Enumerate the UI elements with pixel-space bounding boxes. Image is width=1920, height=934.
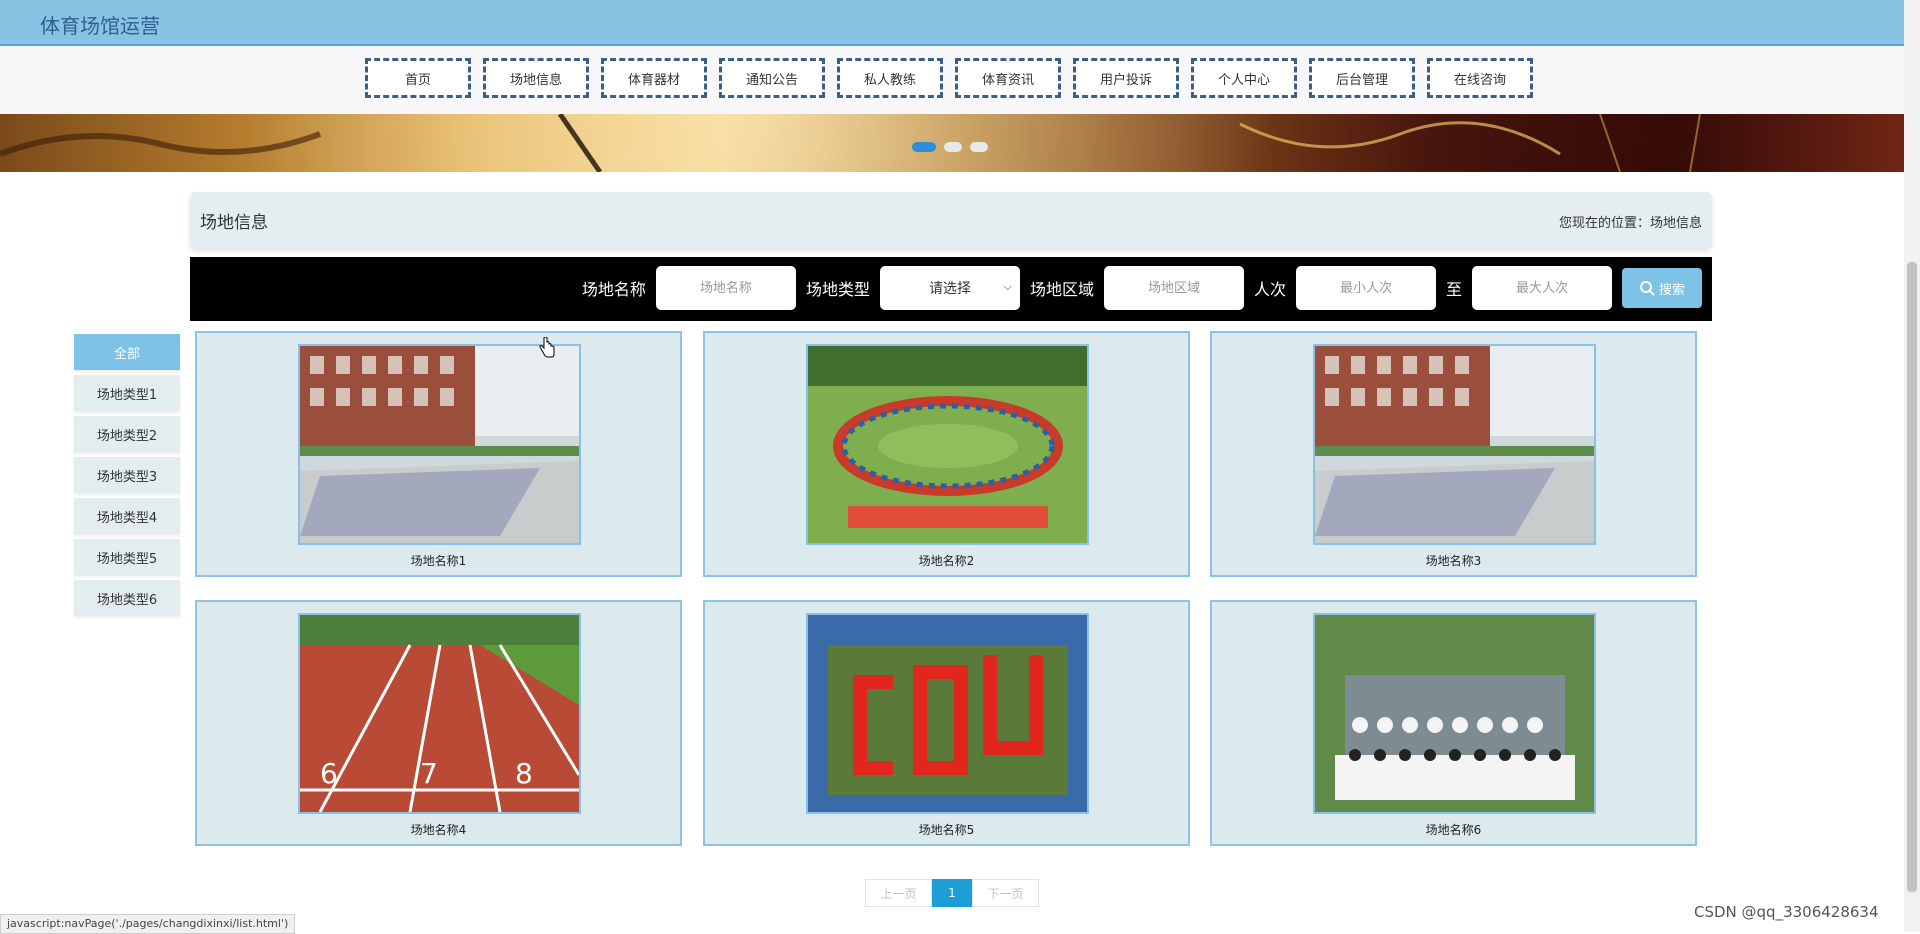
venue-name[interactable]: 场地名称6 <box>1212 821 1695 838</box>
svg-text:7: 7 <box>420 757 438 790</box>
venue-image[interactable] <box>298 344 581 545</box>
carousel-dot-1[interactable] <box>912 142 936 152</box>
nav-item-profile[interactable]: 个人中心 <box>1191 58 1297 98</box>
watermark: CSDN @qq_3306428634 <box>1694 903 1879 921</box>
aerial-field-letters-image <box>808 615 1087 812</box>
category-type-4[interactable]: 场地类型4 <box>74 498 180 534</box>
nav-item-venue-info[interactable]: 场地信息 <box>483 58 589 98</box>
page-scrollbar[interactable] <box>1904 0 1920 932</box>
nav-item-consult[interactable]: 在线咨询 <box>1427 58 1533 98</box>
nav-item-notices[interactable]: 通知公告 <box>719 58 825 98</box>
venue-image[interactable] <box>1313 613 1596 814</box>
venue-image[interactable] <box>1313 344 1596 545</box>
chevron-down-icon: ⌵ <box>1003 280 1012 293</box>
venue-type-value: 请选择 <box>928 281 971 297</box>
carousel-dot-3[interactable] <box>970 142 988 152</box>
category-type-5[interactable]: 场地类型5 <box>74 539 180 575</box>
page-title: 场地信息 <box>200 213 268 233</box>
venue-name[interactable]: 场地名称4 <box>197 821 680 838</box>
prev-page-button[interactable]: 上一页 <box>865 879 932 907</box>
svg-text:6: 6 <box>320 757 338 790</box>
search-button[interactable]: 搜索 <box>1622 268 1702 308</box>
min-people-input[interactable] <box>1295 266 1436 310</box>
category-sidebar: 全部 场地类型1 场地类型2 场地类型3 场地类型4 场地类型5 场地类型6 <box>74 334 184 621</box>
search-button-label: 搜索 <box>1658 282 1685 298</box>
top-header: 体育场馆运营 <box>0 0 1904 46</box>
people-count-label: 人次 <box>1253 280 1286 299</box>
venue-card[interactable]: 场地名称6 <box>1210 600 1697 846</box>
carousel-dot-2[interactable] <box>944 142 962 152</box>
venue-card[interactable]: 6 7 8 场地名称4 <box>195 600 682 846</box>
category-type-2[interactable]: 场地类型2 <box>74 416 180 452</box>
venue-area-label: 场地区域 <box>1029 280 1094 299</box>
venue-name[interactable]: 场地名称3 <box>1212 552 1695 569</box>
venue-name[interactable]: 场地名称5 <box>705 821 1188 838</box>
category-type-1[interactable]: 场地类型1 <box>74 375 180 411</box>
venue-image[interactable] <box>806 613 1089 814</box>
venue-name[interactable]: 场地名称2 <box>705 552 1188 569</box>
nav-item-complaints[interactable]: 用户投诉 <box>1073 58 1179 98</box>
nav-list: 首页 场地信息 体育器材 通知公告 私人教练 体育资讯 用户投诉 个人中心 后台… <box>365 58 1533 98</box>
brick-building-court-image <box>1315 346 1594 543</box>
running-track-image: 6 7 8 <box>300 615 579 812</box>
venue-area-input[interactable] <box>1103 266 1244 310</box>
category-type-3[interactable]: 场地类型3 <box>74 457 180 493</box>
browser-status-url: javascript:navPage('./pages/changdixinxi… <box>0 914 296 934</box>
venue-image[interactable]: 6 7 8 <box>298 613 581 814</box>
banner-carousel[interactable] <box>0 114 1904 172</box>
nav-item-news[interactable]: 体育资讯 <box>955 58 1061 98</box>
venue-type-select[interactable]: 请选择 ⌵ <box>879 266 1020 310</box>
main-nav: 首页 场地信息 体育器材 通知公告 私人教练 体育资讯 用户投诉 个人中心 后台… <box>0 46 1904 114</box>
nav-item-admin[interactable]: 后台管理 <box>1309 58 1415 98</box>
site-title[interactable]: 体育场馆运营 <box>40 10 160 39</box>
pagination: 上一页 1 下一页 <box>865 879 1039 907</box>
page-1-button[interactable]: 1 <box>932 879 972 907</box>
nav-item-coach[interactable]: 私人教练 <box>837 58 943 98</box>
max-people-input[interactable] <box>1472 266 1612 310</box>
nav-item-equipment[interactable]: 体育器材 <box>601 58 707 98</box>
venue-type-label: 场地类型 <box>805 280 870 299</box>
category-type-6[interactable]: 场地类型6 <box>74 580 180 616</box>
venue-card[interactable]: 场地名称5 <box>703 600 1190 846</box>
venue-card[interactable]: 场地名称3 <box>1210 331 1697 577</box>
search-bar: 场地名称 场地类型 请选择 ⌵ 场地区域 人次 至 搜索 <box>190 257 1712 321</box>
category-all[interactable]: 全部 <box>74 334 180 370</box>
section-title-panel: 场地信息 您现在的位置：场地信息 <box>190 192 1712 248</box>
scrollbar-thumb[interactable] <box>1907 262 1917 892</box>
search-icon <box>1639 281 1655 296</box>
breadcrumb: 您现在的位置：场地信息 <box>1558 216 1702 231</box>
venue-name[interactable]: 场地名称1 <box>197 552 680 569</box>
venue-name-input[interactable] <box>655 266 796 310</box>
circle-of-people-image <box>808 346 1087 543</box>
range-to-label: 至 <box>1445 280 1462 299</box>
venue-card[interactable]: 场地名称2 <box>703 331 1190 577</box>
svg-text:8: 8 <box>515 757 533 790</box>
brick-building-court-image <box>300 346 579 543</box>
hand-cursor-icon <box>539 337 555 358</box>
venue-card[interactable]: 场地名称1 <box>195 331 682 577</box>
nav-item-home[interactable]: 首页 <box>365 58 471 98</box>
carousel-dots <box>912 142 988 152</box>
venue-name-label: 场地名称 <box>581 280 646 299</box>
venue-image[interactable] <box>806 344 1089 545</box>
next-page-button[interactable]: 下一页 <box>972 879 1039 907</box>
group-photo-image <box>1315 615 1594 812</box>
